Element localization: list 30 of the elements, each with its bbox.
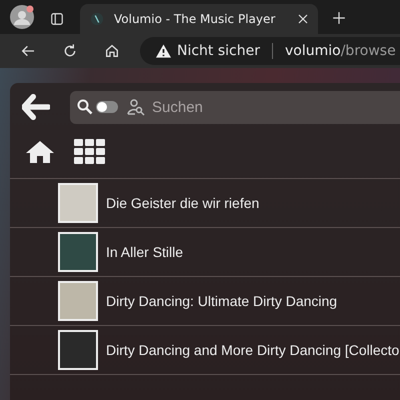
address-bar[interactable]: Nicht sicher volumio/browse: [140, 37, 400, 65]
new-tab-icon[interactable]: [332, 11, 346, 25]
album-row[interactable]: Die Geister die wir riefen: [10, 179, 400, 228]
search-input[interactable]: Suchen: [152, 98, 400, 116]
album-title: Dirty Dancing and More Dirty Dancing [Collecto: [106, 342, 400, 358]
album-row[interactable]: Dirty Dancing: Ultimate Dirty Dancing: [10, 277, 400, 326]
search-icon: [77, 99, 93, 115]
search-toggle[interactable]: [96, 101, 118, 113]
favicon-icon: [90, 12, 104, 26]
user-search-icon[interactable]: [127, 98, 145, 116]
grid-view-icon[interactable]: [74, 139, 106, 165]
album-row[interactable]: In Aller Stille: [10, 228, 400, 277]
sidebar-icon[interactable]: [50, 12, 64, 26]
profile-avatar-icon[interactable]: [10, 5, 34, 29]
url-host: volumio: [285, 43, 341, 59]
reload-icon[interactable]: [62, 43, 78, 59]
warning-icon: [156, 44, 171, 58]
search-bar[interactable]: Suchen: [70, 90, 400, 124]
back-icon[interactable]: [20, 43, 36, 59]
security-label[interactable]: Nicht sicher: [177, 43, 260, 59]
back-arrow-icon[interactable]: [22, 94, 50, 120]
close-icon[interactable]: [298, 14, 308, 24]
browser-tab[interactable]: Volumio - The Music Player: [80, 4, 318, 34]
home-icon[interactable]: [26, 140, 54, 164]
url-path: /browse: [340, 43, 396, 59]
album-title: Die Geister die wir riefen: [106, 195, 260, 211]
album-row[interactable]: Dirty Dancing and More Dirty Dancing [Collecto: [10, 326, 400, 375]
album-title: Dirty Dancing: Ultimate Dirty Dancing: [106, 293, 338, 309]
home-icon[interactable]: [104, 43, 120, 59]
album-title: In Aller Stille: [106, 244, 184, 260]
